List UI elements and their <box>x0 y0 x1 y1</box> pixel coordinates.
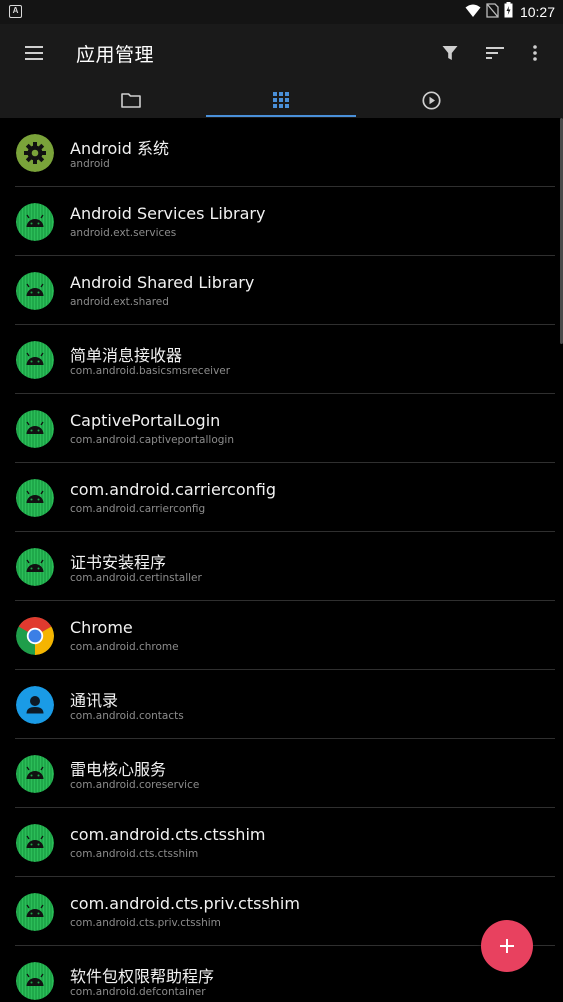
folder-icon <box>121 93 141 108</box>
app-list-item[interactable]: CaptivePortalLogin com.android.captivepo… <box>0 394 563 463</box>
app-list-item[interactable]: 简单消息接收器 com.android.basicsmsreceiver <box>0 325 563 394</box>
app-package: android.ext.shared <box>70 296 169 308</box>
android-icon <box>16 341 54 379</box>
android-icon <box>16 962 54 1000</box>
app-package: android.ext.services <box>70 227 177 239</box>
wifi-icon <box>465 3 481 22</box>
status-bar: A 10:27 <box>0 0 563 24</box>
app-name: Android Shared Library <box>70 273 255 292</box>
sort-icon <box>486 47 504 59</box>
selected-tab-indicator <box>206 115 356 117</box>
more-options-button[interactable] <box>518 36 552 70</box>
page-title: 应用管理 <box>76 44 155 66</box>
app-name: com.android.cts.priv.ctsshim <box>70 894 300 913</box>
android-icon <box>16 272 54 310</box>
app-package: com.android.cts.ctsshim <box>70 848 199 860</box>
app-package: com.android.certinstaller <box>70 572 202 584</box>
app-list-item[interactable]: Android 系统 android <box>0 118 563 187</box>
app-name: Android Services Library <box>70 204 266 223</box>
app-name: com.android.cts.ctsshim <box>70 825 266 844</box>
app-name: 简单消息接收器 <box>70 346 183 365</box>
app-package: com.android.captiveportallogin <box>70 434 234 446</box>
app-name: 雷电核心服务 <box>70 760 167 779</box>
play-circle-icon <box>421 90 441 110</box>
menu-button[interactable] <box>14 36 54 70</box>
android-icon <box>16 824 54 862</box>
app-package: com.android.chrome <box>70 641 179 653</box>
filter-button[interactable] <box>433 36 467 70</box>
android-icon <box>16 203 54 241</box>
battery-icon <box>504 2 513 22</box>
app-list-item[interactable]: 通讯录 com.android.contacts <box>0 670 563 739</box>
app-bar: 应用管理 <box>0 24 563 118</box>
tab-bar <box>0 82 563 118</box>
tab-apps[interactable] <box>206 82 356 118</box>
android-icon <box>16 893 54 931</box>
filter-icon <box>442 46 458 60</box>
app-package: android <box>70 158 110 170</box>
app-package: com.android.basicsmsreceiver <box>70 365 231 377</box>
more-vert-icon <box>533 45 537 61</box>
app-name: 证书安装程序 <box>70 553 167 572</box>
app-list-item[interactable]: com.android.carrierconfig com.android.ca… <box>0 463 563 532</box>
app-list-item[interactable]: Chrome com.android.chrome <box>0 601 563 670</box>
app-list-item[interactable]: Android Services Library android.ext.ser… <box>0 187 563 256</box>
app-notification-icon: A <box>9 5 22 18</box>
app-list-item[interactable]: 软件包权限帮助程序 com.android.defcontainer <box>0 946 563 1002</box>
app-name: 软件包权限帮助程序 <box>70 967 215 986</box>
plus-icon <box>500 939 514 953</box>
app-package: com.android.cts.priv.ctsshim <box>70 917 221 929</box>
app-name: com.android.carrierconfig <box>70 480 277 499</box>
app-list: Android 系统 android Android Services Libr… <box>0 118 563 1002</box>
settings-gear-icon <box>16 134 54 172</box>
apps-grid-icon <box>273 92 289 108</box>
no-sim-icon <box>486 2 499 22</box>
status-icons: 10:27 <box>465 2 555 22</box>
app-package: com.android.carrierconfig <box>70 503 206 515</box>
app-list-item[interactable]: Android Shared Library android.ext.share… <box>0 256 563 325</box>
hamburger-menu-icon <box>25 46 43 60</box>
app-name: CaptivePortalLogin <box>70 411 221 430</box>
app-package: com.android.coreservice <box>70 779 200 791</box>
app-list-item[interactable]: com.android.cts.ctsshim com.android.cts.… <box>0 808 563 877</box>
status-time: 10:27 <box>519 4 555 20</box>
app-list-item[interactable]: com.android.cts.priv.ctsshim com.android… <box>0 877 563 946</box>
android-icon <box>16 410 54 448</box>
app-package: com.android.contacts <box>70 710 184 722</box>
app-manager-screen: A 10:27 应用管理 Android 系统 android Android … <box>0 0 563 1002</box>
app-name: Android 系统 <box>70 139 169 158</box>
tab-files[interactable] <box>56 82 206 118</box>
tab-running[interactable] <box>356 82 506 118</box>
android-icon <box>16 755 54 793</box>
app-name: 通讯录 <box>70 691 119 710</box>
app-list-item[interactable]: 雷电核心服务 com.android.coreservice <box>0 739 563 808</box>
contacts-icon <box>16 686 54 724</box>
sort-button[interactable] <box>478 36 512 70</box>
android-icon <box>16 548 54 586</box>
app-list-item[interactable]: 证书安装程序 com.android.certinstaller <box>0 532 563 601</box>
android-icon <box>16 479 54 517</box>
chrome-icon <box>16 617 54 655</box>
add-fab-button[interactable] <box>481 920 533 972</box>
app-package: com.android.defcontainer <box>70 986 206 998</box>
app-name: Chrome <box>70 618 133 637</box>
